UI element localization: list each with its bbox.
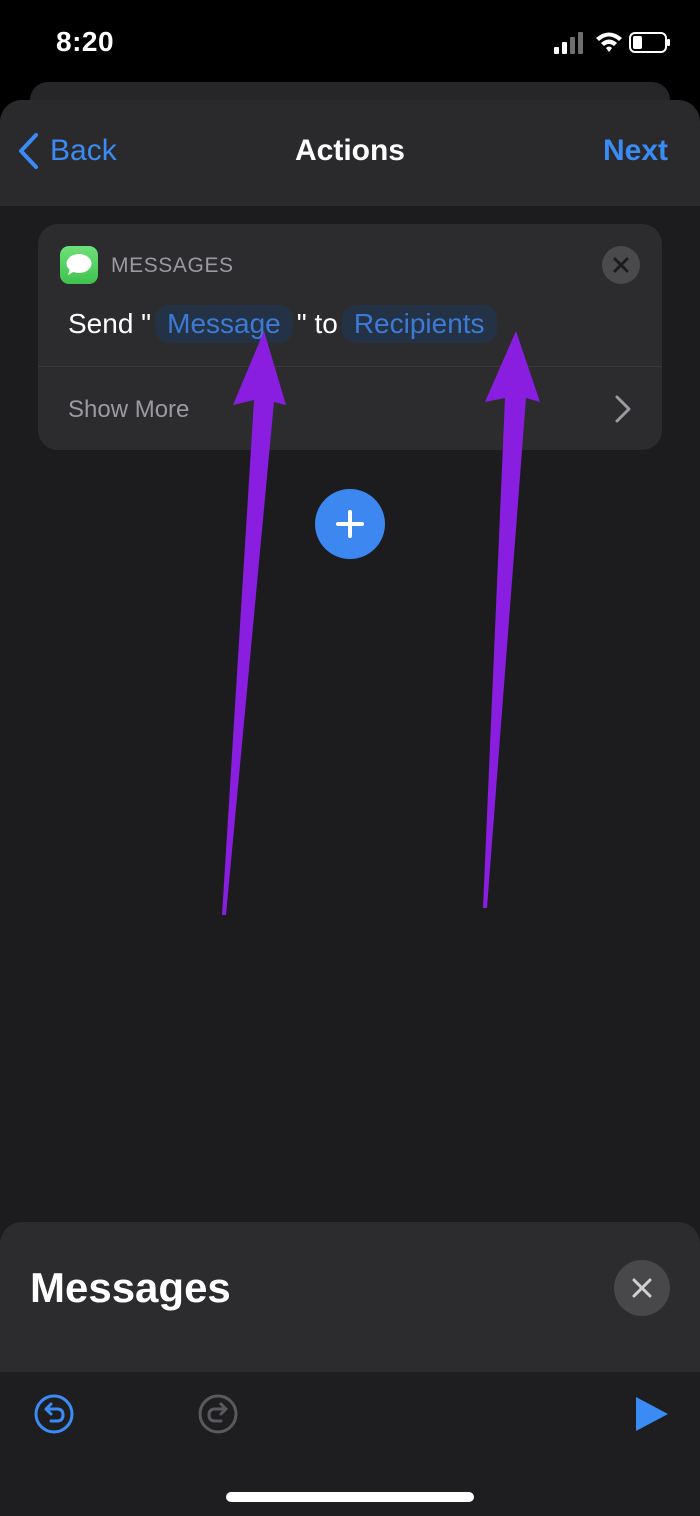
sentence-middle: " to xyxy=(296,308,338,339)
panel-title: Messages xyxy=(30,1264,231,1311)
search-panel: Messages xyxy=(0,1222,700,1516)
action-app-name: MESSAGES xyxy=(111,254,234,277)
show-more-button[interactable]: Show More xyxy=(68,396,189,424)
undo-icon[interactable] xyxy=(32,1392,76,1436)
plus-icon xyxy=(336,510,364,538)
sentence-prefix: Send " xyxy=(68,308,152,339)
add-action-button[interactable] xyxy=(315,489,385,559)
nav-bar: Back Actions Next xyxy=(0,100,700,206)
close-icon xyxy=(632,1278,652,1298)
messages-app-icon xyxy=(60,246,98,284)
battery-icon xyxy=(629,32,670,53)
page-title: Actions xyxy=(294,134,405,167)
panel-close-button[interactable] xyxy=(614,1260,670,1316)
redo-icon[interactable] xyxy=(196,1392,240,1436)
close-icon xyxy=(613,257,629,273)
editor-toolbar xyxy=(0,1372,700,1516)
status-bar: 8:20 xyxy=(0,0,700,82)
wifi-icon xyxy=(596,32,622,52)
play-icon[interactable] xyxy=(630,1392,674,1436)
recipients-parameter-token[interactable]: Recipients xyxy=(341,305,497,343)
cellular-signal-icon xyxy=(554,32,583,54)
next-button[interactable]: Next xyxy=(603,134,668,168)
home-indicator xyxy=(226,1492,474,1502)
status-time: 8:20 xyxy=(56,26,115,57)
message-parameter-token[interactable]: Message xyxy=(155,305,293,343)
send-message-action-card[interactable]: MESSAGES Send " Message " to Recipients … xyxy=(38,224,662,450)
action-sentence: Send " Message " to Recipients xyxy=(68,304,501,344)
remove-action-button[interactable] xyxy=(602,246,640,284)
status-icons xyxy=(554,30,672,58)
chevron-right-icon xyxy=(615,395,631,423)
card-divider xyxy=(38,366,662,367)
